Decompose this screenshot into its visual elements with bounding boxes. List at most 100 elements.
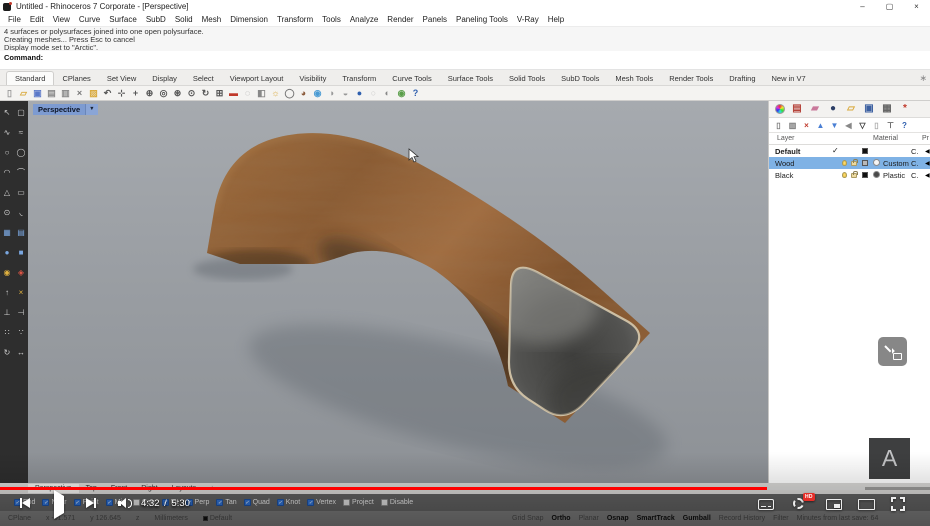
menu-item-edit[interactable]: Edit	[30, 15, 44, 24]
rectangle-tool-icon[interactable]: ▭	[14, 183, 28, 203]
zoom-extents-icon[interactable]: ⊛	[171, 87, 184, 99]
layer-color-swatch[interactable]	[862, 148, 868, 154]
toolbar-tab-cplanes[interactable]: CPlanes	[54, 72, 98, 85]
perspective-viewport[interactable]: Perspective ▼	[28, 101, 768, 483]
center-circle-tool-icon[interactable]: ⊙	[0, 203, 14, 223]
menu-item-view[interactable]: View	[53, 15, 70, 24]
menu-item-tools[interactable]: Tools	[322, 15, 341, 24]
delete-layer-icon[interactable]: ×	[802, 121, 811, 130]
subtitles-button[interactable]	[758, 499, 774, 510]
toolbar-tab-drafting[interactable]: Drafting	[721, 72, 763, 85]
layer-material[interactable]: Plastic	[883, 171, 905, 180]
pan-icon[interactable]: ⊹	[115, 87, 128, 99]
toolbar-tab-mesh-tools[interactable]: Mesh Tools	[607, 72, 661, 85]
point-tool-icon[interactable]: ∵	[14, 323, 28, 343]
layer-help-icon[interactable]: ?	[900, 121, 909, 130]
layer-linetype[interactable]: C.	[911, 147, 919, 156]
layer-linetype[interactable]: C.	[911, 171, 919, 180]
xray-display-icon[interactable]: ◒	[339, 87, 352, 99]
viewport-dropdown-icon[interactable]: ▼	[85, 104, 98, 115]
menu-item-mesh[interactable]: Mesh	[202, 15, 222, 24]
move-layer-up-icon[interactable]: ▲	[816, 121, 825, 130]
layer-visible-bulb-icon[interactable]	[842, 160, 847, 166]
filter-toggle[interactable]: Filter	[773, 515, 789, 522]
curve-tool-icon[interactable]: ≈	[14, 123, 28, 143]
toolbar-tab-viewport-layout[interactable]: Viewport Layout	[222, 72, 292, 85]
move-icon[interactable]: +	[129, 87, 142, 99]
menu-item-file[interactable]: File	[8, 15, 21, 24]
toolbar-tab-curve-tools[interactable]: Curve Tools	[384, 72, 439, 85]
box-tool-icon[interactable]: ■	[14, 243, 28, 263]
active-layer-indicator[interactable]: Default	[202, 515, 232, 522]
flat-shade-icon[interactable]: ◐	[381, 87, 394, 99]
layer-visible-bulb-icon[interactable]	[842, 172, 847, 178]
menu-item-vray[interactable]: V-Ray	[517, 15, 539, 24]
open-file-icon[interactable]: ▱	[17, 87, 30, 99]
circle-tool-icon[interactable]: ○	[0, 143, 14, 163]
menu-item-solid[interactable]: Solid	[175, 15, 193, 24]
move-layer-down-icon[interactable]: ▼	[830, 121, 839, 130]
planar-toggle[interactable]: Planar	[579, 515, 599, 522]
viewport-layout-icon[interactable]: ⊞	[213, 87, 226, 99]
lock-objects-icon[interactable]: ◧	[255, 87, 268, 99]
layer-row-black[interactable]: Black Plastic C. ◀	[769, 169, 930, 181]
display-tab-icon[interactable]: ▰	[809, 103, 821, 115]
layer-row-wood[interactable]: Wood Custom C. ◀	[769, 157, 930, 169]
channel-watermark[interactable]: A	[869, 438, 910, 479]
toolbar-tab-display[interactable]: Display	[144, 72, 185, 85]
miniplayer-button[interactable]	[826, 499, 842, 510]
viewport-title[interactable]: Perspective	[33, 104, 86, 115]
toolbar-tab-select[interactable]: Select	[185, 72, 222, 85]
loft-tool-icon[interactable]: ▤	[14, 223, 28, 243]
fillet-curve-tool-icon[interactable]: ◟	[14, 203, 28, 223]
vray-tab-icon[interactable]: *	[899, 103, 911, 115]
polyline-tool-icon[interactable]: ∿	[0, 123, 14, 143]
toolbar-tab-visibility[interactable]: Visibility	[291, 72, 334, 85]
collapse-layers-icon[interactable]: ◀	[844, 121, 853, 130]
new-sublayer-icon[interactable]: ▥	[788, 121, 797, 130]
arc-tool-icon[interactable]: ◠	[0, 163, 14, 183]
menu-item-help[interactable]: Help	[548, 15, 564, 24]
close-button[interactable]: ×	[903, 0, 930, 13]
layer-material[interactable]: Custom	[883, 159, 909, 168]
rendered-display-icon[interactable]: ◉	[311, 87, 324, 99]
layer-lock-icon[interactable]	[851, 159, 858, 166]
material-swatch-icon[interactable]	[873, 171, 880, 178]
layer-linetype[interactable]: C.	[911, 159, 919, 168]
toolbar-tab-new-in-v7[interactable]: New in V7	[764, 72, 814, 85]
print-icon[interactable]: ▤	[45, 87, 58, 99]
zoom-window-icon[interactable]: ◎	[157, 87, 170, 99]
menu-item-transform[interactable]: Transform	[277, 15, 313, 24]
toolbar-tab-set-view[interactable]: Set View	[99, 72, 144, 85]
layer-color-swatch[interactable]	[862, 172, 868, 178]
play-button[interactable]	[54, 490, 64, 519]
named-views-tab-icon[interactable]: ▦	[881, 103, 893, 115]
render-icon[interactable]: ◉	[395, 87, 408, 99]
record-history-toggle[interactable]: Record History	[719, 515, 765, 522]
cut-icon[interactable]: ×	[73, 87, 86, 99]
toolbar-tab-transform[interactable]: Transform	[334, 72, 384, 85]
fullscreen-button[interactable]	[891, 497, 905, 511]
menu-item-subd[interactable]: SubD	[146, 15, 166, 24]
next-video-button[interactable]	[86, 498, 96, 508]
layer-lock-icon[interactable]	[851, 171, 858, 178]
video-progress-bar[interactable]	[0, 487, 930, 490]
web-browser-tab-icon[interactable]: ▣	[863, 103, 875, 115]
sphere-tool-icon[interactable]: ●	[0, 243, 14, 263]
volume-button[interactable]	[118, 497, 133, 509]
minimize-button[interactable]: –	[849, 0, 876, 13]
layer-row-default[interactable]: Default ✓ C. ◀	[769, 145, 930, 157]
menu-item-analyze[interactable]: Analyze	[350, 15, 378, 24]
point-cloud-tool-icon[interactable]: ∷	[0, 323, 14, 343]
select-layer-objects-icon[interactable]: ▯	[872, 121, 881, 130]
new-layer-icon[interactable]: ▯	[774, 121, 783, 130]
lamp-icon[interactable]: ☼	[269, 87, 282, 99]
rendering-tab-icon[interactable]: ●	[827, 103, 839, 115]
rotate-tool-icon[interactable]: ↻	[0, 343, 14, 363]
zoom-dynamic-icon[interactable]: ⊕	[143, 87, 156, 99]
previous-video-button[interactable]	[20, 498, 30, 508]
layer-tools-icon[interactable]: ⊤	[886, 121, 895, 130]
maximize-button[interactable]: ▢	[876, 0, 903, 13]
scale-tool-icon[interactable]: ↔	[14, 343, 28, 363]
toolbar-tab-subd-tools[interactable]: SubD Tools	[553, 72, 607, 85]
